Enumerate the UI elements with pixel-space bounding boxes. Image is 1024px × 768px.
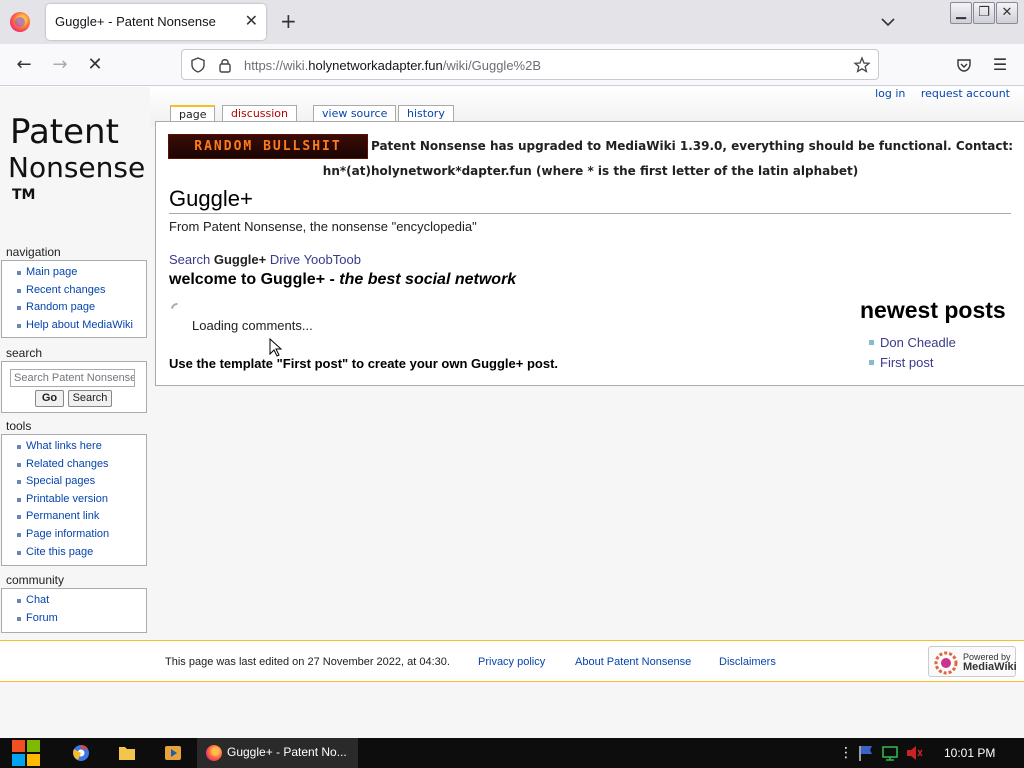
powered-by-mediawiki-badge[interactable]: Powered by MediaWiki: [928, 646, 1017, 677]
notice-line-2: hn*(at)holynetwork*dapter.fun (where * i…: [322, 164, 859, 178]
loading-spinner-icon: [168, 300, 186, 318]
navigation-heading: navigation: [6, 245, 61, 259]
page-footer: This page was last edited on 27 November…: [0, 640, 1024, 682]
tab-strip: Guggle+ - Patent Nonsense ✕ + ▁ ❐ ✕: [0, 0, 1024, 44]
sidebar-item-permanent-link[interactable]: Permanent link: [2, 508, 146, 526]
tab-view-source[interactable]: view source: [313, 105, 397, 121]
personal-tools: log in request account: [863, 87, 1010, 100]
search-heading: search: [6, 346, 43, 360]
sidebar-item-printable-version[interactable]: Printable version: [2, 491, 146, 509]
guggle-current: Guggle+: [213, 252, 267, 267]
sidebar-item-chat[interactable]: Chat: [2, 592, 146, 610]
taskbar-firefox-app[interactable]: Guggle+ - Patent No...: [197, 738, 358, 768]
newest-posts-heading: newest posts: [860, 297, 1006, 323]
site-subtitle: From Patent Nonsense, the nonsense "ency…: [169, 219, 477, 234]
browser-tab[interactable]: Guggle+ - Patent Nonsense ✕: [46, 4, 266, 40]
lock-icon[interactable]: [216, 56, 234, 74]
svg-text:Nonsense: Nonsense: [8, 151, 145, 184]
sidebar-item-cite-this-page[interactable]: Cite this page: [2, 544, 146, 562]
request-account-link[interactable]: request account: [921, 87, 1010, 100]
taskbar: Guggle+ - Patent No... ⋮ 10:01 PM: [0, 738, 1024, 768]
forward-icon[interactable]: →: [49, 54, 71, 76]
windows-start-icon[interactable]: [10, 738, 44, 768]
privacy-policy-link[interactable]: Privacy policy: [478, 656, 545, 668]
site-notice: RANDOM BULLSHIT Patent Nonsense has upgra…: [156, 134, 1024, 183]
log-in-link[interactable]: log in: [875, 87, 905, 100]
file-explorer-icon[interactable]: [116, 738, 138, 768]
list-item[interactable]: First post: [868, 354, 956, 374]
newest-posts-list: Don Cheadle First post: [868, 334, 956, 374]
firefox-icon[interactable]: [10, 12, 30, 32]
pocket-icon[interactable]: [955, 56, 973, 74]
url-text[interactable]: https://wiki.holynetworkadapter.fun/wiki…: [244, 58, 541, 73]
sidebar-item-what-links-here[interactable]: What links here: [2, 438, 146, 456]
tab-history[interactable]: history: [398, 105, 454, 121]
maximize-button[interactable]: ❐: [973, 2, 995, 24]
sidebar-item-help[interactable]: Help about MediaWiki: [2, 317, 146, 335]
community-heading: community: [6, 573, 65, 587]
tab-title: Guggle+ - Patent Nonsense: [55, 14, 216, 29]
chevron-down-icon[interactable]: [880, 12, 896, 32]
navigation-toolbar: ← → ✕ https://wiki.holynetworkadapter.fu…: [0, 44, 1024, 86]
address-bar[interactable]: https://wiki.holynetworkadapter.fun/wiki…: [181, 49, 879, 80]
firefox-icon: [206, 745, 222, 761]
network-icon[interactable]: [880, 738, 900, 768]
guggle-drive-link[interactable]: Drive: [270, 252, 300, 267]
guggle-search-link[interactable]: Search: [169, 252, 210, 267]
bookmark-star-icon[interactable]: [853, 56, 871, 74]
overflow-dots-icon[interactable]: ⋮: [839, 745, 853, 761]
sidebar-item-random-page[interactable]: Random page: [2, 299, 146, 317]
random-bullshit-banner[interactable]: RANDOM BULLSHIT: [167, 134, 368, 159]
shield-icon[interactable]: [189, 56, 207, 74]
media-player-icon[interactable]: [162, 738, 184, 768]
welcome-heading: welcome to Guggle+ - the best social net…: [169, 271, 517, 288]
loading-comments-text: Loading comments...: [192, 318, 313, 333]
go-button[interactable]: Go: [35, 390, 64, 407]
sidebar-item-page-information[interactable]: Page information: [2, 526, 146, 544]
template-note: Use the template "First post" to create …: [169, 356, 559, 371]
page-title: Guggle+: [169, 185, 1011, 214]
content-area: RANDOM BULLSHIT Patent Nonsense has upgra…: [155, 121, 1024, 386]
guggle-nav-line: Search Guggle+ Drive YoobToob: [169, 252, 361, 267]
sidebar-item-forum[interactable]: Forum: [2, 610, 146, 628]
wiki-page: Patent Nonsense TM log in request accoun…: [0, 87, 1024, 738]
guggle-yoobtoob-link[interactable]: YoobToob: [304, 252, 361, 267]
svg-text:Patent: Patent: [10, 112, 119, 152]
volume-muted-icon[interactable]: [904, 738, 924, 768]
menu-icon[interactable]: ☰: [989, 54, 1011, 76]
sidebar-item-main-page[interactable]: Main page: [2, 264, 146, 282]
sidebar-item-recent-changes[interactable]: Recent changes: [2, 282, 146, 300]
tab-discussion[interactable]: discussion: [222, 105, 298, 121]
mediawiki-flower-icon: [934, 651, 958, 675]
navigation-portlet: Main page Recent changes Random page Hel…: [1, 260, 147, 338]
new-tab-icon[interactable]: +: [280, 10, 297, 32]
clock: 10:01 PM: [944, 746, 996, 760]
search-input[interactable]: Search Patent Nonsense: [10, 369, 135, 387]
tools-portlet: What links here Related changes Special …: [1, 434, 147, 566]
minimize-button[interactable]: ▁: [950, 2, 972, 24]
tools-heading: tools: [6, 419, 32, 433]
powered-by-text: Powered by MediaWiki: [963, 652, 1017, 673]
community-portlet: Chat Forum: [1, 588, 147, 633]
disclaimers-link[interactable]: Disclaimers: [719, 656, 776, 668]
mouse-cursor-icon: [269, 338, 283, 357]
close-tab-icon[interactable]: ✕: [245, 11, 258, 31]
tab-page[interactable]: page: [170, 105, 216, 121]
search-button[interactable]: Search: [68, 390, 112, 407]
sidebar-item-special-pages[interactable]: Special pages: [2, 473, 146, 491]
last-edited-text: This page was last edited on 27 November…: [165, 656, 450, 668]
chrome-browser-icon[interactable]: [70, 738, 92, 768]
notice-line-1: Patent Nonsense has upgraded to MediaWik…: [370, 139, 1013, 153]
back-icon[interactable]: ←: [13, 54, 35, 76]
close-window-button[interactable]: ✕: [996, 2, 1018, 24]
list-item[interactable]: Don Cheadle: [868, 334, 956, 354]
svg-text:TM: TM: [12, 187, 35, 203]
about-link[interactable]: About Patent Nonsense: [575, 656, 691, 668]
site-logo[interactable]: Patent Nonsense TM: [4, 97, 149, 207]
taskbar-app-label: Guggle+ - Patent No...: [227, 745, 347, 759]
stop-icon[interactable]: ✕: [84, 54, 106, 76]
sidebar-item-related-changes[interactable]: Related changes: [2, 456, 146, 474]
flag-icon[interactable]: [857, 738, 875, 768]
